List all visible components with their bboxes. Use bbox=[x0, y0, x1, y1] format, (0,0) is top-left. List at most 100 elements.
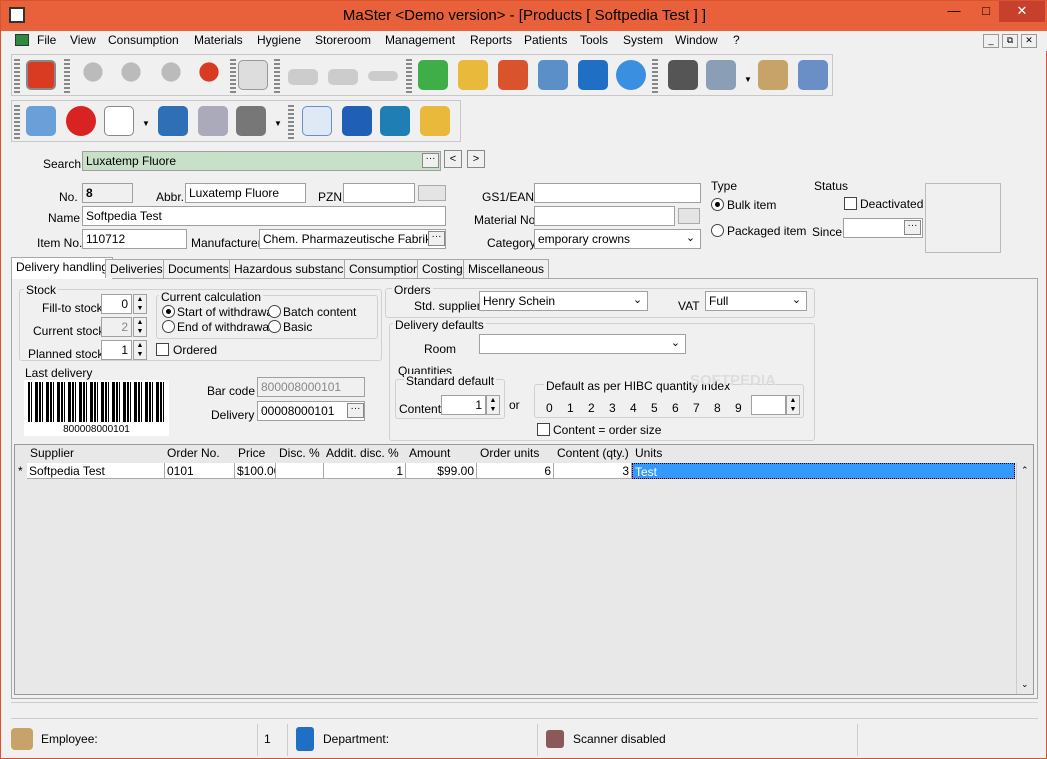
award-icon[interactable] bbox=[156, 60, 186, 90]
cancel-icon[interactable] bbox=[66, 106, 96, 136]
cell-order-units[interactable]: 6 bbox=[477, 463, 554, 479]
content-field[interactable]: 1 bbox=[441, 395, 486, 415]
next-record-button[interactable]: > bbox=[467, 150, 485, 168]
chevron-down-icon[interactable]: ⌄ bbox=[682, 230, 699, 248]
start-withdrawal-radio[interactable] bbox=[162, 305, 175, 318]
toolbar-grip[interactable] bbox=[64, 59, 70, 93]
room-select[interactable] bbox=[479, 334, 686, 354]
power-icon[interactable] bbox=[26, 60, 56, 90]
mdi-restore-button[interactable]: ⧉ bbox=[1002, 34, 1018, 48]
award-icon[interactable] bbox=[116, 60, 146, 90]
close-button[interactable]: ✕ bbox=[999, 1, 1045, 22]
toolbar-grip[interactable] bbox=[274, 59, 280, 93]
col-disc[interactable]: Disc. % bbox=[279, 446, 320, 461]
new-document-icon[interactable] bbox=[104, 106, 134, 136]
manufacturer-field[interactable]: Chem. Pharmazeutische Fabrik Gm bbox=[259, 229, 446, 249]
abbr-field[interactable]: Luxatemp Fluore bbox=[185, 183, 306, 203]
scroll-up-arrow[interactable]: ⌃ bbox=[1021, 465, 1029, 476]
boxes-icon[interactable] bbox=[458, 60, 488, 90]
col-content[interactable]: Content (qty.) bbox=[557, 446, 629, 461]
content-order-size-checkbox[interactable] bbox=[537, 423, 550, 436]
chevron-down-icon[interactable]: ⌄ bbox=[667, 335, 684, 353]
hibc-stepper[interactable]: ▲ ▼ bbox=[786, 395, 800, 415]
menu-reports[interactable]: Reports bbox=[470, 33, 512, 47]
since-picker-button[interactable]: ··· bbox=[904, 220, 921, 235]
grid-scrollbar[interactable]: ⌃ ⌄ bbox=[1016, 463, 1033, 694]
save-icon[interactable] bbox=[158, 106, 188, 136]
menu-system[interactable]: System bbox=[623, 33, 663, 47]
book-icon[interactable] bbox=[578, 60, 608, 90]
instruments-icon[interactable] bbox=[368, 71, 398, 81]
menu-window[interactable]: Window bbox=[675, 33, 718, 47]
hibc-digit[interactable]: 8 bbox=[714, 401, 721, 415]
hibc-digit[interactable]: 0 bbox=[546, 401, 553, 415]
tab-delivery-handling[interactable]: Delivery handling bbox=[11, 257, 114, 279]
refresh-book-icon[interactable] bbox=[380, 106, 410, 136]
tab-consumption[interactable]: Consumption bbox=[344, 259, 425, 278]
hibc-field[interactable] bbox=[751, 395, 786, 415]
dropdown-arrow-icon[interactable]: ▼ bbox=[274, 119, 282, 128]
users-icon[interactable] bbox=[758, 60, 788, 90]
col-addit-disc[interactable]: Addit. disc. % bbox=[326, 446, 399, 461]
clipboard-icon[interactable] bbox=[238, 60, 268, 90]
end-withdrawal-radio[interactable] bbox=[162, 320, 175, 333]
pzn-button[interactable] bbox=[418, 185, 446, 201]
gs1-field[interactable] bbox=[534, 183, 701, 203]
print-icon[interactable] bbox=[236, 106, 266, 136]
fill-stepper[interactable]: ▲ ▼ bbox=[133, 294, 147, 314]
col-order-units[interactable]: Order units bbox=[480, 446, 539, 461]
delete-book-icon[interactable] bbox=[342, 106, 372, 136]
factory-icon[interactable] bbox=[498, 60, 528, 90]
search-lookup-button[interactable]: ··· bbox=[422, 153, 439, 168]
planned-stepper[interactable]: ▲ ▼ bbox=[133, 340, 147, 360]
ordered-checkbox[interactable] bbox=[156, 343, 169, 356]
cell-amount[interactable]: $99.00 bbox=[406, 463, 477, 479]
tab-miscellaneous[interactable]: Miscellaneous bbox=[463, 259, 550, 278]
tray-icon[interactable] bbox=[288, 69, 318, 85]
menu-tools[interactable]: Tools bbox=[580, 33, 608, 47]
toolbar-grip[interactable] bbox=[652, 59, 658, 93]
col-supplier[interactable]: Supplier bbox=[30, 446, 74, 461]
col-price[interactable]: Price bbox=[238, 446, 265, 461]
cell-addit-disc[interactable]: 1 bbox=[324, 463, 406, 479]
itemno-field[interactable]: 110712 bbox=[82, 229, 187, 249]
manufacturer-lookup-button[interactable]: ··· bbox=[428, 231, 445, 246]
chevron-down-icon[interactable]: ⌄ bbox=[629, 292, 646, 310]
tab-costing[interactable]: Costing bbox=[417, 259, 468, 278]
handheld-scanner-icon[interactable] bbox=[706, 60, 736, 90]
maximize-button[interactable]: □ bbox=[971, 1, 1001, 22]
cell-units[interactable]: Test bbox=[632, 463, 1015, 479]
hibc-digit[interactable]: 9 bbox=[735, 401, 742, 415]
hibc-digit[interactable]: 2 bbox=[588, 401, 595, 415]
dropdown-arrow-icon[interactable]: ▼ bbox=[142, 119, 150, 128]
toolbar-grip[interactable] bbox=[406, 59, 412, 93]
toolbar-grip[interactable] bbox=[230, 59, 236, 93]
col-amount[interactable]: Amount bbox=[409, 446, 450, 461]
menu-view[interactable]: View bbox=[70, 33, 96, 47]
packaged-item-radio[interactable] bbox=[711, 224, 724, 237]
cell-order-no[interactable]: 0101 bbox=[165, 463, 235, 479]
hibc-digit[interactable]: 5 bbox=[651, 401, 658, 415]
toolbar-grip[interactable] bbox=[288, 105, 294, 139]
cell-disc[interactable] bbox=[276, 463, 324, 479]
barcode-scanner-icon[interactable] bbox=[668, 60, 698, 90]
supplier-select[interactable]: Henry Schein bbox=[479, 291, 648, 311]
cell-content[interactable]: 3 bbox=[554, 463, 632, 479]
menu-management[interactable]: Management bbox=[385, 33, 455, 47]
delivery-lookup-button[interactable]: ··· bbox=[347, 403, 364, 418]
chevron-down-icon[interactable]: ⌄ bbox=[788, 292, 805, 310]
category-select[interactable]: emporary crowns bbox=[534, 229, 701, 249]
box-check-icon[interactable] bbox=[420, 106, 450, 136]
material-field[interactable] bbox=[534, 206, 675, 226]
bulk-item-radio[interactable] bbox=[711, 198, 724, 211]
pie-chart-icon[interactable] bbox=[616, 60, 646, 90]
menu-file[interactable]: File bbox=[37, 33, 56, 47]
award-red-icon[interactable] bbox=[194, 60, 224, 90]
door-exit-icon[interactable] bbox=[26, 106, 56, 136]
user-info-icon[interactable] bbox=[798, 60, 828, 90]
planned-field[interactable]: 1 bbox=[101, 340, 132, 360]
batch-content-radio[interactable] bbox=[268, 305, 281, 318]
menu-help[interactable]: ? bbox=[733, 33, 740, 47]
tab-hazardous-substance[interactable]: Hazardous substance bbox=[229, 259, 356, 278]
material-button[interactable] bbox=[678, 208, 700, 224]
